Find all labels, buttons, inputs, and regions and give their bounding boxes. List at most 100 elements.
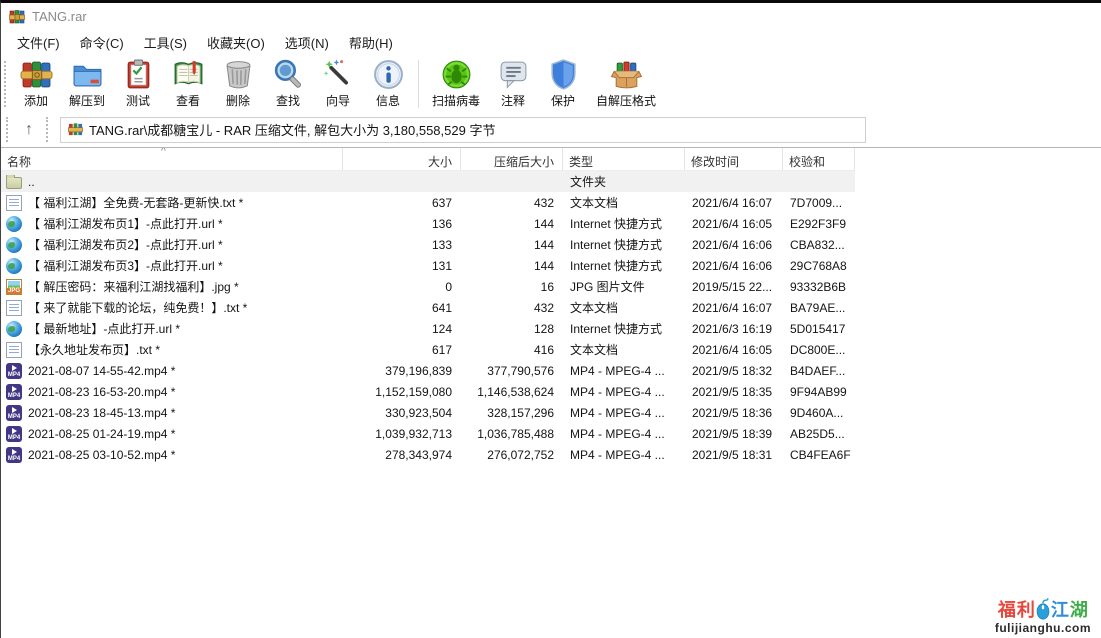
clipboard-check-icon [122,58,155,91]
cell-checksum: CBA832... [783,238,855,252]
mouse-icon [1036,598,1050,620]
cell-type: MP4 - MPEG-4 ... [563,385,685,399]
table-row[interactable]: 2021-08-25 01-24-19.mp4 *1,039,932,7131,… [1,423,855,444]
cell-name: 【 福利江湖】全免费-无套路-更新快.txt * [1,194,343,211]
toolbar-label: 信息 [376,92,400,109]
cell-checksum: 5D015417 [783,322,855,336]
watermark-domain: fulijianghu.com [995,621,1091,635]
table-row[interactable]: 2021-08-25 03-10-52.mp4 *278,343,974276,… [1,444,855,465]
cell-modified: 2021/9/5 18:39 [685,427,783,441]
cell-packed: 16 [461,280,563,294]
extract-to-button[interactable]: 解压到 [61,56,113,112]
menu-favorites[interactable]: 收藏夹(O) [197,30,275,55]
up-arrow-icon: ↑ [25,121,33,139]
watermark-char-hu: 湖 [1070,596,1088,622]
addressbar-gripper[interactable] [6,117,12,142]
cell-name: 2021-08-07 14-55-42.mp4 * [1,363,343,379]
table-row[interactable]: 【 解压密码：来福利江湖找福利】.jpg *016JPG 图片文件2019/5/… [1,276,855,297]
magic-wand-icon [322,58,355,91]
cell-size: 0 [343,280,461,294]
cell-type: Internet 快捷方式 [563,215,685,232]
file-name: 【永久地址发布页】.txt * [28,341,160,358]
toolbar-label: 查找 [276,92,300,109]
cell-name: 【 最新地址】-点此打开.url * [1,320,343,337]
column-header-modified[interactable]: 修改时间 [685,148,783,170]
table-row[interactable]: 2021-08-07 14-55-42.mp4 *379,196,839377,… [1,360,855,381]
toolbar: 添加 解压到 测试 [1,54,1101,112]
address-field[interactable]: TANG.rar\成都糖宝儿 - RAR 压缩文件, 解包大小为 3,180,5… [60,117,866,143]
cell-packed: 416 [461,343,563,357]
cell-checksum: DC800E... [783,343,855,357]
menu-help[interactable]: 帮助(H) [339,30,403,55]
cell-type: JPG 图片文件 [563,278,685,295]
info-circle-icon [372,58,405,91]
file-name: 【 最新地址】-点此打开.url * [28,320,180,337]
addressbar-gripper-2[interactable] [46,117,52,142]
info-button[interactable]: 信息 [363,56,413,112]
winrar-app-icon [9,9,25,25]
cell-packed: 1,146,538,624 [461,385,563,399]
file-name: .. [28,175,35,189]
watermark-logo: 福 利 江 湖 [998,596,1088,622]
table-row[interactable]: 2021-08-23 16-53-20.mp4 *1,152,159,0801,… [1,381,855,402]
menu-commands[interactable]: 命令(C) [70,30,134,55]
cell-checksum: 7D7009... [783,196,855,210]
list-header: 名称 ^ 大小 压缩后大小 类型 修改时间 校验和 [1,148,855,171]
toolbar-separator [418,60,419,108]
open-book-icon [172,58,205,91]
cell-size: 1,152,159,080 [343,385,461,399]
cell-modified: 2021/6/4 16:06 [685,259,783,273]
winrar-mini-icon [68,122,83,137]
sfx-box-icon [610,58,643,91]
file-list: 名称 ^ 大小 压缩后大小 类型 修改时间 校验和 ..文件夹【 福利江湖】全免… [1,148,1101,465]
column-header-packed[interactable]: 压缩后大小 [461,148,563,170]
column-header-size[interactable]: 大小 [343,148,461,170]
cell-modified: 2021/9/5 18:36 [685,406,783,420]
column-header-checksum[interactable]: 校验和 [783,148,855,170]
cell-size: 330,923,504 [343,406,461,420]
up-directory-button[interactable]: ↑ [15,117,43,143]
winrar-window: TANG.rar 文件(F) 命令(C) 工具(S) 收藏夹(O) 选项(N) … [0,0,1101,638]
file-name: 【 福利江湖】全免费-无套路-更新快.txt * [28,194,243,211]
table-row[interactable]: 【 来了就能下载的论坛，纯免费！】.txt *641432文本文档2021/6/… [1,297,855,318]
cell-modified: 2021/6/4 16:07 [685,196,783,210]
address-bar: ↑ TANG.rar\成都糖宝儿 - RAR 压缩文件, 解包大小为 3,180… [1,112,1101,148]
mp4-file-icon [6,426,22,442]
delete-button[interactable]: 删除 [213,56,263,112]
cell-modified: 2021/6/4 16:06 [685,238,783,252]
add-button[interactable]: 添加 [11,56,61,112]
cell-name: 【 解压密码：来福利江湖找福利】.jpg * [1,278,343,295]
mp4-file-icon [6,363,22,379]
find-button[interactable]: 查找 [263,56,313,112]
blue-folder-icon [71,58,104,91]
test-button[interactable]: 测试 [113,56,163,112]
cell-name: 【 福利江湖发布页1】-点此打开.url * [1,215,343,232]
cell-packed: 432 [461,196,563,210]
toolbar-gripper[interactable] [4,61,10,107]
file-name: 2021-08-25 03-10-52.mp4 * [28,448,175,462]
watermark-char-fu: 福 [998,596,1016,622]
table-row[interactable]: ..文件夹 [1,171,855,192]
menu-file[interactable]: 文件(F) [7,30,70,55]
view-button[interactable]: 查看 [163,56,213,112]
column-header-type[interactable]: 类型 [563,148,685,170]
protect-button[interactable]: 保护 [538,56,588,112]
wizard-button[interactable]: 向导 [313,56,363,112]
menu-tools[interactable]: 工具(S) [134,30,197,55]
cell-size: 133 [343,238,461,252]
table-row[interactable]: 【 福利江湖发布页3】-点此打开.url *131144Internet 快捷方… [1,255,855,276]
cell-type: MP4 - MPEG-4 ... [563,406,685,420]
sfx-button[interactable]: 自解压格式 [588,56,664,112]
table-row[interactable]: 【永久地址发布页】.txt *617416文本文档2021/6/4 16:05D… [1,339,855,360]
menu-options[interactable]: 选项(N) [275,30,339,55]
table-row[interactable]: 【 福利江湖发布页1】-点此打开.url *136144Internet 快捷方… [1,213,855,234]
file-name: 【 福利江湖发布页3】-点此打开.url * [28,257,223,274]
table-row[interactable]: 2021-08-23 18-45-13.mp4 *330,923,504328,… [1,402,855,423]
virus-scan-button[interactable]: 扫描病毒 [424,56,488,112]
table-row[interactable]: 【 最新地址】-点此打开.url *124128Internet 快捷方式202… [1,318,855,339]
comment-button[interactable]: 注释 [488,56,538,112]
cell-checksum: E292F3F9 [783,217,855,231]
table-row[interactable]: 【 福利江湖】全免费-无套路-更新快.txt *637432文本文档2021/6… [1,192,855,213]
column-header-name[interactable]: 名称 ^ [1,148,343,170]
table-row[interactable]: 【 福利江湖发布页2】-点此打开.url *133144Internet 快捷方… [1,234,855,255]
